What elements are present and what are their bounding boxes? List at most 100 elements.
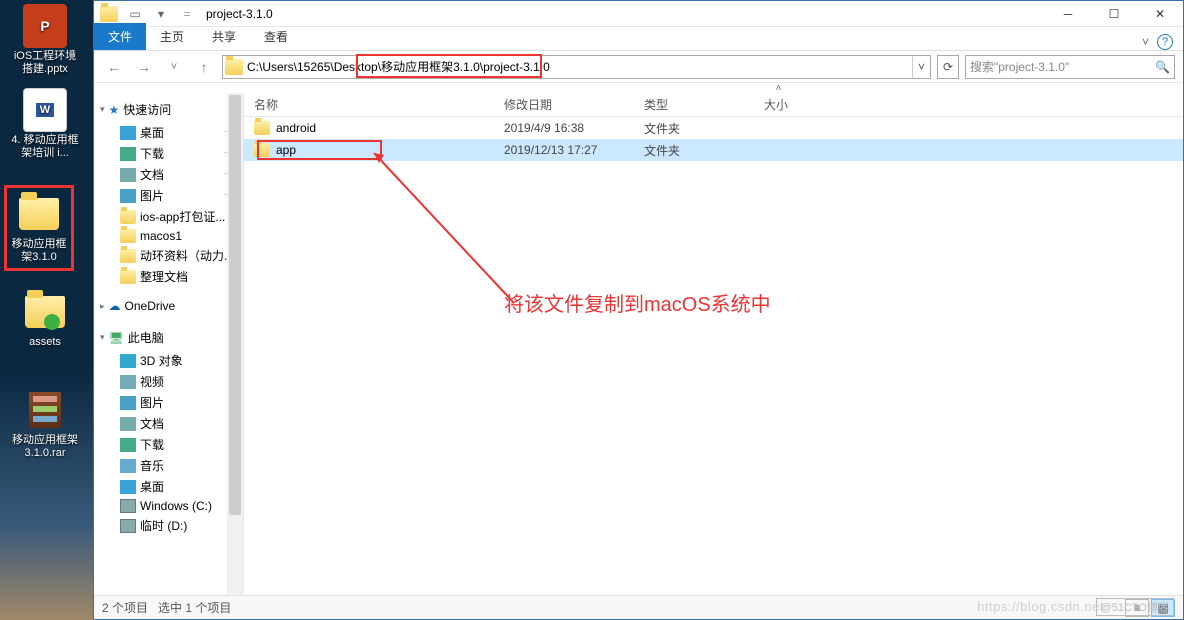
nav-item-drive-c[interactable]: Windows (C:) [110, 497, 243, 515]
video-icon [120, 375, 136, 389]
nav-item-video[interactable]: 视频 [110, 371, 243, 392]
address-path[interactable]: C:\Users\15265\Desktop\移动应用框架3.1.0\proje… [245, 58, 912, 75]
nav-item-downloads[interactable]: 下载 [110, 434, 243, 455]
nav-item-music[interactable]: 音乐 [110, 455, 243, 476]
nav-item-label: 桌面 [140, 478, 164, 495]
doc-icon [120, 417, 136, 431]
folder-icon [98, 3, 120, 25]
tab-home[interactable]: 主页 [146, 23, 198, 50]
nav-item-folder[interactable]: macos1 [110, 227, 243, 245]
refresh-button[interactable]: ⟳ [937, 55, 959, 79]
nav-item-label: 临时 (D:) [140, 517, 187, 534]
folder-icon [120, 249, 136, 263]
column-name[interactable]: 名称 [244, 96, 494, 113]
folder-icon [23, 290, 67, 334]
address-bar[interactable]: C:\Users\15265\Desktop\移动应用框架3.1.0\proje… [222, 55, 931, 79]
nav-item-documents[interactable]: 文档 [110, 413, 243, 434]
nav-recent-button[interactable]: ˅ [162, 55, 186, 79]
ribbon-tabs: 文件 主页 共享 查看 ˅ ? [94, 27, 1183, 51]
column-type[interactable]: 类型 [634, 96, 754, 113]
nav-item-drive-d[interactable]: 临时 (D:) [110, 515, 243, 536]
desktop-icon-assets[interactable]: assets [10, 290, 80, 349]
help-icon[interactable]: ? [1157, 34, 1173, 50]
desktop-icon-docx[interactable]: W 4. 移动应用框架培训 i... [10, 88, 80, 160]
nav-item-label: 音乐 [140, 457, 164, 474]
address-dropdown-icon[interactable]: ˅ [912, 56, 930, 78]
nav-item-label: macos1 [140, 229, 182, 243]
nav-item-folder[interactable]: 动环资料（动力... [110, 245, 243, 266]
minimize-button[interactable]: ─ [1045, 1, 1091, 27]
desktop-icon-label: iOS工程环境搭建.pptx [10, 50, 80, 76]
nav-up-button[interactable]: ↑ [192, 55, 216, 79]
close-button[interactable]: ✕ [1137, 1, 1183, 27]
sort-indicator: ˄ [94, 83, 1183, 93]
nav-item-label: Windows (C:) [140, 499, 212, 513]
nav-item-folder[interactable]: ios-app打包证... [110, 206, 243, 227]
nav-item-documents[interactable]: 文档📌 [110, 164, 243, 185]
nav-label: 此电脑 [128, 329, 164, 346]
ribbon-expand-icon[interactable]: ˅ [1142, 35, 1149, 49]
maximize-button[interactable]: ☐ [1091, 1, 1137, 27]
nav-item-label: 视频 [140, 373, 164, 390]
folder-icon [120, 229, 136, 243]
column-size[interactable]: 大小 [754, 96, 834, 113]
nav-item-label: 下载 [140, 436, 164, 453]
explorer-body: ▾ ★ 快速访问 桌面📌 下载📌 文档📌 图片📌 ios-app打包证... m… [94, 93, 1183, 595]
picture-icon [120, 189, 136, 203]
tab-file[interactable]: 文件 [94, 23, 146, 50]
picture-icon [120, 396, 136, 410]
expand-icon[interactable]: ▾ [100, 104, 105, 115]
desktop-icon [120, 480, 136, 494]
nav-item-pictures[interactable]: 图片 [110, 392, 243, 413]
desktop-icon-rar[interactable]: 移动应用框架3.1.0.rar [10, 388, 80, 460]
file-name: android [276, 121, 316, 135]
file-row-android[interactable]: android 2019/4/9 16:38 文件夹 [244, 117, 1183, 139]
desktop-icon-pptx[interactable]: P iOS工程环境搭建.pptx [10, 4, 80, 76]
nav-item-desktop[interactable]: 桌面 [110, 476, 243, 497]
file-list-pane: 名称 修改日期 类型 大小 android 2019/4/9 16:38 文件夹… [244, 93, 1183, 595]
search-icon[interactable]: 🔍 [1155, 60, 1170, 74]
nav-item-folder[interactable]: 整理文档 [110, 266, 243, 287]
nav-quick-access[interactable]: ▾ ★ 快速访问 [94, 97, 243, 122]
nav-this-pc[interactable]: ▾ 🖥 此电脑 [94, 325, 243, 350]
search-input[interactable]: 搜索"project-3.1.0" 🔍 [965, 55, 1175, 79]
file-row-app[interactable]: app 2019/12/13 17:27 文件夹 [244, 139, 1183, 161]
file-type: 文件夹 [634, 120, 754, 137]
scrollbar-thumb[interactable] [229, 95, 241, 515]
expand-icon[interactable]: ▾ [100, 332, 105, 343]
explorer-window: ▭ ▾ = project-3.1.0 ─ ☐ ✕ 文件 主页 共享 查看 ˅ … [93, 0, 1184, 620]
desktop-icon-folder-highlighted[interactable]: 移动应用框架3.1.0 [4, 185, 74, 271]
drive-icon [120, 499, 136, 513]
nav-onedrive[interactable]: ▸ ☁ OneDrive [94, 295, 243, 317]
qat-properties-icon[interactable]: ▭ [124, 3, 146, 25]
nav-item-desktop[interactable]: 桌面📌 [110, 122, 243, 143]
navigation-pane: ▾ ★ 快速访问 桌面📌 下载📌 文档📌 图片📌 ios-app打包证... m… [94, 93, 244, 595]
nav-back-button[interactable]: ← [102, 55, 126, 79]
download-icon [120, 438, 136, 452]
nav-item-pictures[interactable]: 图片📌 [110, 185, 243, 206]
status-bar: 2 个项目 选中 1 个项目 ≡ ▦ [94, 595, 1183, 619]
rar-icon [23, 388, 67, 432]
folder-icon [225, 59, 243, 75]
file-type: 文件夹 [634, 142, 754, 159]
drive-icon [120, 519, 136, 533]
nav-item-3d[interactable]: 3D 对象 [110, 350, 243, 371]
nav-item-label: ios-app打包证... [140, 208, 225, 225]
column-date[interactable]: 修改日期 [494, 96, 634, 113]
nav-item-label: 图片 [140, 187, 164, 204]
nav-item-downloads[interactable]: 下载📌 [110, 143, 243, 164]
tab-view[interactable]: 查看 [250, 23, 302, 50]
view-large-button[interactable]: ▦ [1151, 599, 1175, 617]
file-list: android 2019/4/9 16:38 文件夹 app 2019/12/1… [244, 117, 1183, 595]
qat-newfolder-icon[interactable]: ▾ [150, 3, 172, 25]
nav-item-label: 整理文档 [140, 268, 188, 285]
nav-forward-button[interactable]: → [132, 55, 156, 79]
column-headers: 名称 修改日期 类型 大小 [244, 93, 1183, 117]
expand-icon[interactable]: ▸ [100, 301, 105, 312]
pc-icon: 🖥 [109, 331, 124, 345]
nav-item-label: 3D 对象 [140, 352, 183, 369]
tab-share[interactable]: 共享 [198, 23, 250, 50]
star-icon: ★ [109, 103, 120, 117]
view-details-button[interactable]: ≡ [1125, 599, 1149, 617]
navpane-scrollbar[interactable] [227, 93, 243, 595]
